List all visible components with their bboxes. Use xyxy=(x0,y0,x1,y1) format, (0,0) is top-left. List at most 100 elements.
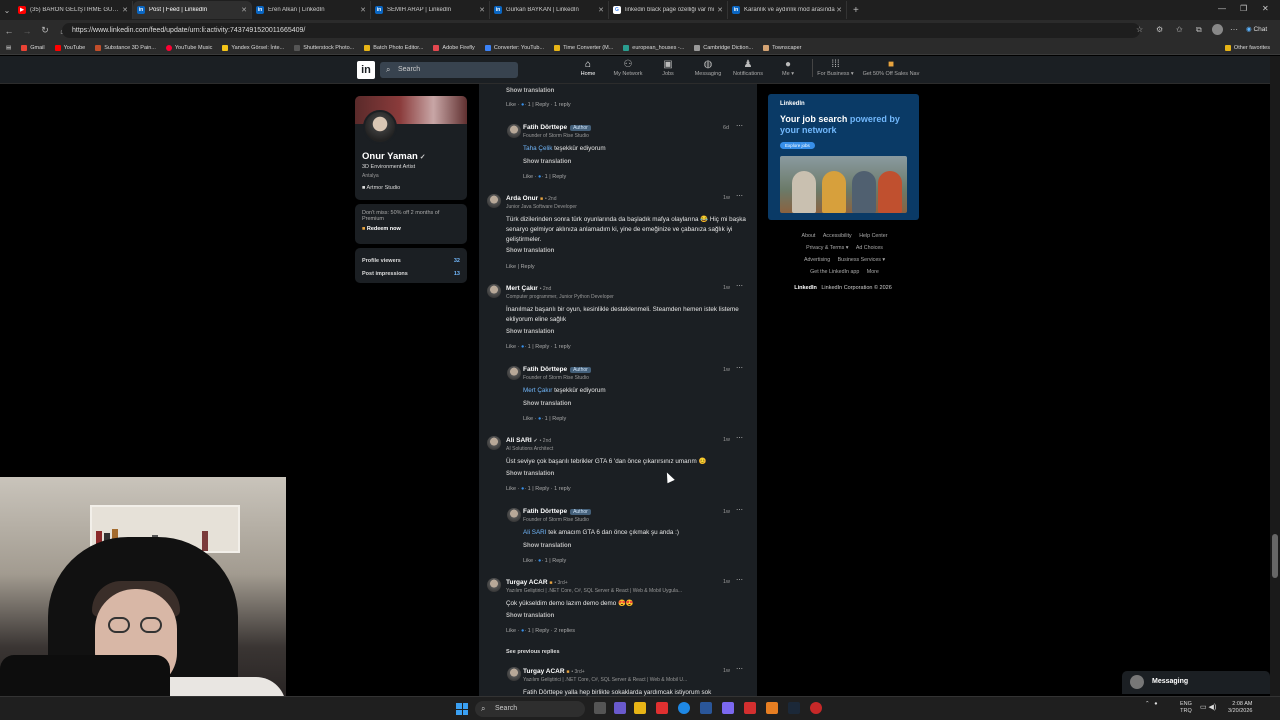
system-tray-icons[interactable]: ⌃ ● xyxy=(1145,701,1161,707)
commenter-avatar[interactable] xyxy=(507,508,521,522)
minimize-icon[interactable]: — xyxy=(1218,4,1226,13)
profile-card[interactable]: Onur Yaman ✓ 3D Environment Artist Antaly… xyxy=(355,96,467,200)
show-translation-link[interactable]: Show translation xyxy=(506,88,554,94)
teams-icon[interactable] xyxy=(614,702,626,714)
comment-actions[interactable]: Like · ●· 1 | Reply · 2 replies xyxy=(506,628,575,634)
discord-icon[interactable] xyxy=(722,702,734,714)
commenter-avatar[interactable] xyxy=(507,366,521,380)
profile-avatar[interactable] xyxy=(363,110,397,144)
bookmarks-folder-icon[interactable]: ▤ xyxy=(6,45,11,51)
commenter-avatar[interactable] xyxy=(507,124,521,138)
comment-actions[interactable]: Like · ●· 1 | Reply · 1 reply xyxy=(506,486,571,492)
bookmark-firefly[interactable]: Adobe Firefly xyxy=(433,44,475,51)
nav-notifications[interactable]: ♟ Notifications xyxy=(728,59,768,77)
edge-icon[interactable] xyxy=(678,702,690,714)
recording-icon[interactable] xyxy=(810,702,822,714)
browser-tab-3[interactable]: in SEMİH ARAP | LinkedIn ✕ xyxy=(371,1,490,19)
menu-dots-icon[interactable]: ⋯ xyxy=(1230,25,1238,34)
footer-link[interactable]: Advertising xyxy=(804,257,830,263)
comment-actions[interactable]: Like · ●· 1 | Reply · 1 reply xyxy=(506,344,571,350)
back-icon[interactable]: ← xyxy=(0,26,18,36)
profile-name-row[interactable]: Onur Yaman ✓ xyxy=(362,151,426,162)
new-tab-button[interactable]: + xyxy=(853,5,859,16)
stat-profile-viewers[interactable]: Profile viewers 32 xyxy=(362,254,460,267)
search-input[interactable]: ⌕ Search xyxy=(380,62,518,78)
close-tab-icon[interactable]: ✕ xyxy=(241,6,247,14)
nav-my-network[interactable]: ⚇ My Network xyxy=(608,59,648,77)
taskbar-search[interactable]: ⌕ Search xyxy=(475,701,585,717)
redeem-link[interactable]: ■ Redeem now xyxy=(362,226,460,232)
bookmark-yandex[interactable]: Yandex Görsel: İnte... xyxy=(222,44,284,51)
reply-author[interactable]: Fatih Dörttepe Author xyxy=(523,124,591,131)
bookmark-european-houses[interactable]: european_houses -... xyxy=(623,44,684,51)
like-link[interactable]: Like xyxy=(506,264,516,270)
close-tab-icon[interactable]: ✕ xyxy=(717,6,723,14)
more-options-icon[interactable]: ⋯ xyxy=(736,364,743,372)
bookmark-youtube[interactable]: YouTube xyxy=(54,44,85,51)
more-options-icon[interactable]: ⋯ xyxy=(736,665,743,673)
more-options-icon[interactable]: ⋯ xyxy=(736,576,743,584)
windows-start-icon[interactable] xyxy=(456,703,468,715)
mention-link[interactable]: Mert Çakır xyxy=(523,387,552,394)
bookmark-time-converter[interactable]: Time Converter (M... xyxy=(554,44,613,51)
bookmark-converter[interactable]: Converter: YouTub... xyxy=(484,44,544,51)
show-translation-link[interactable]: Show translation xyxy=(523,543,571,549)
linkedin-logo[interactable]: in xyxy=(357,61,375,79)
tab-list-icon[interactable]: ⌄ xyxy=(0,6,14,15)
nav-me[interactable]: ● Me ▾ xyxy=(768,59,808,77)
like-link[interactable]: Like xyxy=(506,102,516,108)
footer-link[interactable]: Privacy & Terms ▾ xyxy=(806,245,848,251)
browser-tab-6[interactable]: in Karanlık ve aydınlık mod arasında ✕ xyxy=(728,1,847,19)
like-link[interactable]: Like xyxy=(506,486,516,492)
star-icon[interactable]: ☆ xyxy=(1136,25,1143,34)
page-scrollbar[interactable] xyxy=(1270,56,1280,696)
extensions-icon[interactable]: ⚙ xyxy=(1156,25,1163,34)
like-link[interactable]: Like xyxy=(523,174,533,180)
browser-tab-4[interactable]: in Gürkan BAYKAN | LinkedIn ✕ xyxy=(490,1,609,19)
browser-tab-5[interactable]: Glinkedin black page özelliği var mı ✕ xyxy=(609,1,728,19)
show-translation-link[interactable]: Show translation xyxy=(523,159,571,165)
reply-author[interactable]: Fatih Dörttepe Author xyxy=(523,508,591,515)
like-link[interactable]: Like xyxy=(506,628,516,634)
stat-post-impressions[interactable]: Post impressions 13 xyxy=(362,267,460,280)
vs-code-icon[interactable] xyxy=(700,702,712,714)
commenter-avatar[interactable] xyxy=(507,667,521,681)
close-tab-icon[interactable]: ✕ xyxy=(479,6,485,14)
comment-author[interactable]: Mert Çakır • 2nd xyxy=(506,285,551,292)
reply-author[interactable]: Turgay ACAR ■ • 3rd+ xyxy=(523,668,585,675)
close-tab-icon[interactable]: ✕ xyxy=(598,6,604,14)
taskbar-clock[interactable]: 2:08 AM 3/20/2026 xyxy=(1228,701,1252,715)
footer-link[interactable]: About xyxy=(802,233,816,239)
like-link[interactable]: Like xyxy=(523,558,533,564)
more-options-icon[interactable]: ⋯ xyxy=(736,434,743,442)
reply-actions[interactable]: Like · ●· 1 | Reply xyxy=(523,558,566,564)
media-app-icon[interactable] xyxy=(744,702,756,714)
bookmark-gmail[interactable]: Gmail xyxy=(21,44,45,51)
copilot-chat-button[interactable]: ◉ Chat xyxy=(1246,25,1267,33)
browser-tab-2[interactable]: in Eren Alkan | LinkedIn ✕ xyxy=(252,1,371,19)
show-translation-link[interactable]: Show translation xyxy=(506,613,554,619)
file-explorer-icon[interactable] xyxy=(634,702,646,714)
reply-author[interactable]: Fatih Dörttepe Author xyxy=(523,366,591,373)
show-translation-link[interactable]: Show translation xyxy=(506,329,554,335)
blender-icon[interactable] xyxy=(766,702,778,714)
maximize-icon[interactable]: ❐ xyxy=(1240,4,1247,13)
comment-author[interactable]: Ali SARI ✓ • 2nd xyxy=(506,437,551,444)
comment-actions[interactable]: Like | Reply xyxy=(506,264,535,270)
bookmark-shutterstock[interactable]: Shutterstock Photo... xyxy=(294,44,354,51)
browser-tab-1[interactable]: in Post | Feed | LinkedIn ✕ xyxy=(133,1,252,19)
like-link[interactable]: Like xyxy=(523,416,533,422)
collections-icon[interactable]: ⧉ xyxy=(1196,25,1202,35)
other-favorites[interactable]: Other favorites xyxy=(1224,44,1270,51)
reply-actions[interactable]: Like · ●· 1 | Reply xyxy=(523,416,566,422)
language-indicator[interactable]: ENG TRQ xyxy=(1180,701,1192,715)
filezilla-icon[interactable] xyxy=(656,702,668,714)
profile-company[interactable]: ■ Artmor Studio xyxy=(362,185,400,191)
messaging-dock[interactable]: Messaging xyxy=(1122,671,1270,694)
footer-link[interactable]: Business Services ▾ xyxy=(838,257,885,263)
show-translation-link[interactable]: Show translation xyxy=(506,471,554,477)
nav-home[interactable]: ⌂ Home xyxy=(568,59,608,77)
footer-link[interactable]: Accessibility xyxy=(823,233,852,239)
commenter-avatar[interactable] xyxy=(487,578,501,592)
reload-icon[interactable]: ↻ xyxy=(36,25,54,36)
